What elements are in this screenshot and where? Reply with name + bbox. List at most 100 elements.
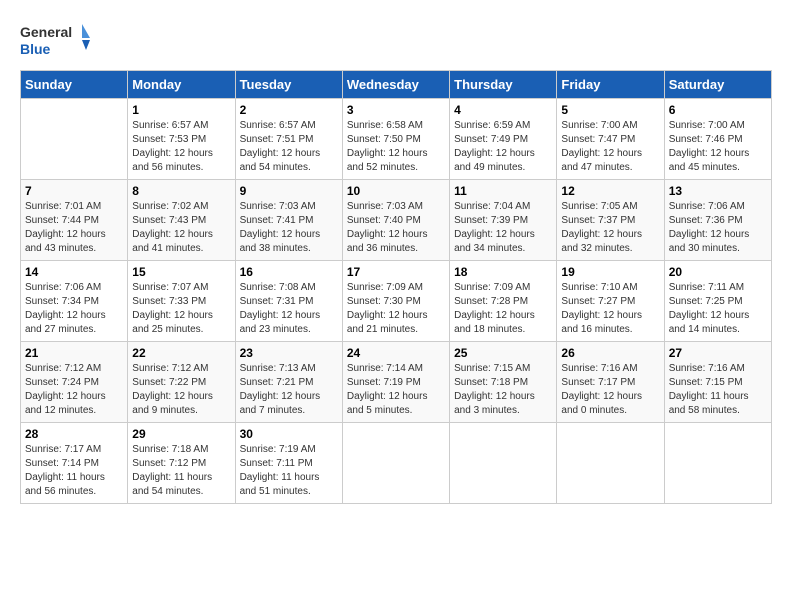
day-number: 12 (561, 184, 659, 198)
weekday-header-saturday: Saturday (664, 71, 771, 99)
day-info: Sunrise: 7:18 AM Sunset: 7:12 PM Dayligh… (132, 443, 230, 499)
svg-text:Blue: Blue (20, 41, 51, 57)
calendar-cell (342, 423, 449, 504)
day-info: Sunrise: 7:16 AM Sunset: 7:15 PM Dayligh… (669, 362, 767, 418)
calendar-cell: 28 Sunrise: 7:17 AM Sunset: 7:14 PM Dayli… (21, 423, 128, 504)
calendar-cell: 23 Sunrise: 7:13 AM Sunset: 7:21 PM Dayli… (235, 342, 342, 423)
day-info: Sunrise: 7:17 AM Sunset: 7:14 PM Dayligh… (25, 443, 123, 499)
day-info: Sunrise: 6:57 AM Sunset: 7:51 PM Dayligh… (240, 119, 338, 175)
day-number: 27 (669, 346, 767, 360)
day-info: Sunrise: 7:03 AM Sunset: 7:40 PM Dayligh… (347, 200, 445, 256)
weekday-header-wednesday: Wednesday (342, 71, 449, 99)
calendar-cell: 30 Sunrise: 7:19 AM Sunset: 7:11 PM Dayli… (235, 423, 342, 504)
day-number: 17 (347, 265, 445, 279)
day-number: 20 (669, 265, 767, 279)
weekday-header-monday: Monday (128, 71, 235, 99)
day-info: Sunrise: 7:00 AM Sunset: 7:46 PM Dayligh… (669, 119, 767, 175)
day-number: 1 (132, 103, 230, 117)
day-info: Sunrise: 7:10 AM Sunset: 7:27 PM Dayligh… (561, 281, 659, 337)
day-number: 28 (25, 427, 123, 441)
day-info: Sunrise: 6:59 AM Sunset: 7:49 PM Dayligh… (454, 119, 552, 175)
calendar-cell: 9 Sunrise: 7:03 AM Sunset: 7:41 PM Daylig… (235, 180, 342, 261)
day-info: Sunrise: 6:57 AM Sunset: 7:53 PM Dayligh… (132, 119, 230, 175)
day-number: 2 (240, 103, 338, 117)
day-number: 23 (240, 346, 338, 360)
day-info: Sunrise: 7:08 AM Sunset: 7:31 PM Dayligh… (240, 281, 338, 337)
calendar-week-row: 7 Sunrise: 7:01 AM Sunset: 7:44 PM Daylig… (21, 180, 772, 261)
calendar-cell: 2 Sunrise: 6:57 AM Sunset: 7:51 PM Daylig… (235, 99, 342, 180)
header: General Blue (20, 20, 772, 60)
calendar-cell (557, 423, 664, 504)
day-number: 7 (25, 184, 123, 198)
day-number: 26 (561, 346, 659, 360)
calendar-cell: 7 Sunrise: 7:01 AM Sunset: 7:44 PM Daylig… (21, 180, 128, 261)
day-number: 22 (132, 346, 230, 360)
day-info: Sunrise: 7:06 AM Sunset: 7:36 PM Dayligh… (669, 200, 767, 256)
weekday-header-tuesday: Tuesday (235, 71, 342, 99)
day-info: Sunrise: 7:13 AM Sunset: 7:21 PM Dayligh… (240, 362, 338, 418)
calendar-cell: 22 Sunrise: 7:12 AM Sunset: 7:22 PM Dayli… (128, 342, 235, 423)
calendar-cell: 18 Sunrise: 7:09 AM Sunset: 7:28 PM Dayli… (450, 261, 557, 342)
day-number: 16 (240, 265, 338, 279)
day-number: 9 (240, 184, 338, 198)
calendar-cell: 27 Sunrise: 7:16 AM Sunset: 7:15 PM Dayli… (664, 342, 771, 423)
day-info: Sunrise: 7:01 AM Sunset: 7:44 PM Dayligh… (25, 200, 123, 256)
calendar-cell (664, 423, 771, 504)
day-number: 3 (347, 103, 445, 117)
day-number: 4 (454, 103, 552, 117)
day-number: 15 (132, 265, 230, 279)
calendar-cell: 15 Sunrise: 7:07 AM Sunset: 7:33 PM Dayli… (128, 261, 235, 342)
calendar-cell: 8Sunrise: 7:02 AM Sunset: 7:43 PM Daylig… (128, 180, 235, 261)
weekday-header-row: SundayMondayTuesdayWednesdayThursdayFrid… (21, 71, 772, 99)
logo-icon: General Blue (20, 20, 90, 60)
day-info: Sunrise: 7:14 AM Sunset: 7:19 PM Dayligh… (347, 362, 445, 418)
day-info: Sunrise: 6:58 AM Sunset: 7:50 PM Dayligh… (347, 119, 445, 175)
calendar-week-row: 28 Sunrise: 7:17 AM Sunset: 7:14 PM Dayli… (21, 423, 772, 504)
calendar-cell: 3 Sunrise: 6:58 AM Sunset: 7:50 PM Daylig… (342, 99, 449, 180)
day-info: Sunrise: 7:05 AM Sunset: 7:37 PM Dayligh… (561, 200, 659, 256)
day-number: 19 (561, 265, 659, 279)
day-info: Sunrise: 7:12 AM Sunset: 7:24 PM Dayligh… (25, 362, 123, 418)
calendar-cell: 25 Sunrise: 7:15 AM Sunset: 7:18 PM Dayli… (450, 342, 557, 423)
calendar-cell: 26 Sunrise: 7:16 AM Sunset: 7:17 PM Dayli… (557, 342, 664, 423)
day-info: Sunrise: 7:06 AM Sunset: 7:34 PM Dayligh… (25, 281, 123, 337)
day-number: 11 (454, 184, 552, 198)
day-number: 5 (561, 103, 659, 117)
day-info: Sunrise: 7:07 AM Sunset: 7:33 PM Dayligh… (132, 281, 230, 337)
calendar-cell (21, 99, 128, 180)
day-info: Sunrise: 7:11 AM Sunset: 7:25 PM Dayligh… (669, 281, 767, 337)
calendar-cell: 11 Sunrise: 7:04 AM Sunset: 7:39 PM Dayli… (450, 180, 557, 261)
calendar-cell: 4 Sunrise: 6:59 AM Sunset: 7:49 PM Daylig… (450, 99, 557, 180)
day-number: 25 (454, 346, 552, 360)
weekday-header-thursday: Thursday (450, 71, 557, 99)
calendar-week-row: 1 Sunrise: 6:57 AM Sunset: 7:53 PM Daylig… (21, 99, 772, 180)
day-number: 30 (240, 427, 338, 441)
calendar-week-row: 14Sunrise: 7:06 AM Sunset: 7:34 PM Dayli… (21, 261, 772, 342)
day-number: 6 (669, 103, 767, 117)
day-info: Sunrise: 7:04 AM Sunset: 7:39 PM Dayligh… (454, 200, 552, 256)
day-number: 29 (132, 427, 230, 441)
calendar-cell: 1 Sunrise: 6:57 AM Sunset: 7:53 PM Daylig… (128, 99, 235, 180)
weekday-header-friday: Friday (557, 71, 664, 99)
calendar-cell: 17 Sunrise: 7:09 AM Sunset: 7:30 PM Dayli… (342, 261, 449, 342)
weekday-header-sunday: Sunday (21, 71, 128, 99)
day-number: 18 (454, 265, 552, 279)
day-info: Sunrise: 7:00 AM Sunset: 7:47 PM Dayligh… (561, 119, 659, 175)
day-info: Sunrise: 7:02 AM Sunset: 7:43 PM Dayligh… (132, 200, 230, 256)
day-info: Sunrise: 7:03 AM Sunset: 7:41 PM Dayligh… (240, 200, 338, 256)
day-info: Sunrise: 7:12 AM Sunset: 7:22 PM Dayligh… (132, 362, 230, 418)
calendar-cell: 13Sunrise: 7:06 AM Sunset: 7:36 PM Dayli… (664, 180, 771, 261)
calendar-cell: 5 Sunrise: 7:00 AM Sunset: 7:47 PM Daylig… (557, 99, 664, 180)
logo: General Blue (20, 20, 90, 60)
day-info: Sunrise: 7:19 AM Sunset: 7:11 PM Dayligh… (240, 443, 338, 499)
day-info: Sunrise: 7:09 AM Sunset: 7:30 PM Dayligh… (347, 281, 445, 337)
day-info: Sunrise: 7:15 AM Sunset: 7:18 PM Dayligh… (454, 362, 552, 418)
day-info: Sunrise: 7:16 AM Sunset: 7:17 PM Dayligh… (561, 362, 659, 418)
calendar-cell: 6 Sunrise: 7:00 AM Sunset: 7:46 PM Daylig… (664, 99, 771, 180)
calendar-cell: 21Sunrise: 7:12 AM Sunset: 7:24 PM Dayli… (21, 342, 128, 423)
calendar-cell: 14Sunrise: 7:06 AM Sunset: 7:34 PM Dayli… (21, 261, 128, 342)
day-info: Sunrise: 7:09 AM Sunset: 7:28 PM Dayligh… (454, 281, 552, 337)
calendar-cell (450, 423, 557, 504)
day-number: 24 (347, 346, 445, 360)
day-number: 10 (347, 184, 445, 198)
